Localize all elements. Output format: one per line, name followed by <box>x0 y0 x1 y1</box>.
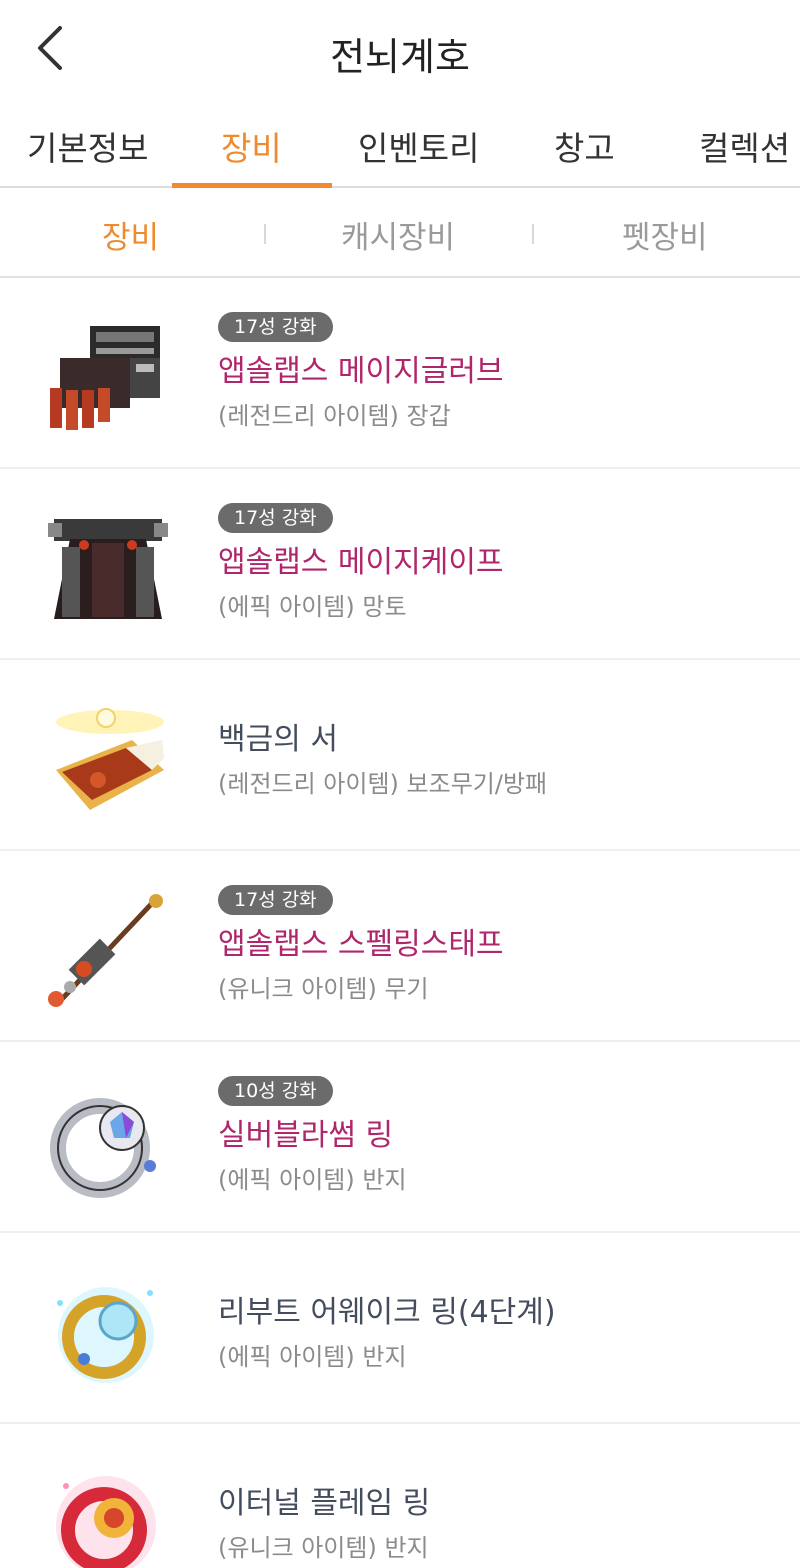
page-title: 전뇌계호 <box>330 35 470 79</box>
item-name: 앱솔랩스 메이지글러브 <box>218 354 504 389</box>
item-name: 이터널 플레임 링 <box>218 1486 431 1521</box>
main-tabs: 기본정보 장비 인벤토리 창고 컬렉션 <box>0 100 800 188</box>
item-type: (유니크 아이템) 반지 <box>218 1534 429 1562</box>
item-type: (레전드리 아이템) 보조무기/방패 <box>218 770 548 798</box>
item-text: 리부트 어웨이크 링(4단계) (에픽 아이템) 반지 <box>218 1283 556 1372</box>
list-item[interactable]: 리부트 어웨이크 링(4단계) (에픽 아이템) 반지 <box>0 1233 800 1424</box>
list-item[interactable]: 17성 강화 앱솔랩스 스펠링스태프 (유니크 아이템) 무기 <box>0 851 800 1042</box>
item-text: 이터널 플레임 링 (유니크 아이템) 반지 <box>218 1474 430 1563</box>
tab-storage[interactable]: 창고 <box>554 122 615 170</box>
sub-tabs: 장비 캐시장비 펫장비 <box>0 188 800 278</box>
item-name: 앱솔랩스 스펠링스태프 <box>218 927 504 962</box>
item-type: (에픽 아이템) 망토 <box>218 593 407 621</box>
list-item[interactable]: 17성 강화 앱솔랩스 메이지케이프 (에픽 아이템) 망토 <box>0 469 800 660</box>
tab-inventory[interactable]: 인벤토리 <box>358 122 479 170</box>
item-text: 10성 강화 실버블라썸 링 (에픽 아이템) 반지 <box>218 1076 407 1195</box>
enhance-badge: 17성 강화 <box>218 885 333 915</box>
item-text: 17성 강화 앱솔랩스 메이지글러브 (레전드리 아이템) 장갑 <box>218 312 504 431</box>
app-header: 전뇌계호 <box>0 0 800 100</box>
item-text: 17성 강화 앱솔랩스 메이지케이프 (에픽 아이템) 망토 <box>218 503 504 622</box>
item-name: 백금의 서 <box>218 722 338 757</box>
glove-icon <box>50 326 160 430</box>
tab-collection[interactable]: 컬렉션 <box>699 122 790 170</box>
item-type: (레전드리 아이템) 장갑 <box>218 402 451 430</box>
item-name: 리부트 어웨이크 링(4단계) <box>218 1295 556 1330</box>
item-text: 17성 강화 앱솔랩스 스펠링스태프 (유니크 아이템) 무기 <box>218 885 504 1004</box>
divider <box>264 224 266 244</box>
tab-basic-info[interactable]: 기본정보 <box>27 122 148 170</box>
cape-icon <box>48 519 168 619</box>
enhance-badge: 17성 강화 <box>218 503 333 533</box>
enhance-badge: 10성 강화 <box>218 1076 333 1106</box>
item-name: 실버블라썸 링 <box>218 1118 394 1153</box>
tab-equipment[interactable]: 장비 <box>221 122 282 170</box>
awake-ring-icon <box>57 1287 154 1383</box>
enhance-badge: 17성 강화 <box>218 312 333 342</box>
item-type: (유니크 아이템) 무기 <box>218 975 429 1003</box>
book-icon <box>56 708 164 810</box>
subtab-pet-equipment[interactable]: 펫장비 <box>622 212 708 257</box>
equipment-list: 17성 강화 앱솔랩스 메이지글러브 (레전드리 아이템) 장갑 17성 강화 … <box>0 278 800 1568</box>
flame-ring-icon <box>56 1476 156 1568</box>
staff-icon <box>48 894 163 1007</box>
item-name: 앱솔랩스 메이지케이프 <box>218 545 504 580</box>
list-item[interactable]: 17성 강화 앱솔랩스 메이지글러브 (레전드리 아이템) 장갑 <box>0 278 800 469</box>
item-type: (에픽 아이템) 반지 <box>218 1343 407 1371</box>
subtab-equipment[interactable]: 장비 <box>102 212 159 257</box>
item-text: 백금의 서 (레전드리 아이템) 보조무기/방패 <box>218 710 547 799</box>
silver-ring-icon <box>50 1098 156 1198</box>
list-item[interactable]: 10성 강화 실버블라썸 링 (에픽 아이템) 반지 <box>0 1042 800 1233</box>
subtab-cash-equipment[interactable]: 캐시장비 <box>341 212 455 257</box>
item-type: (에픽 아이템) 반지 <box>218 1166 407 1194</box>
list-item[interactable]: 이터널 플레임 링 (유니크 아이템) 반지 <box>0 1424 800 1568</box>
list-item[interactable]: 백금의 서 (레전드리 아이템) 보조무기/방패 <box>0 660 800 851</box>
divider <box>532 224 534 244</box>
